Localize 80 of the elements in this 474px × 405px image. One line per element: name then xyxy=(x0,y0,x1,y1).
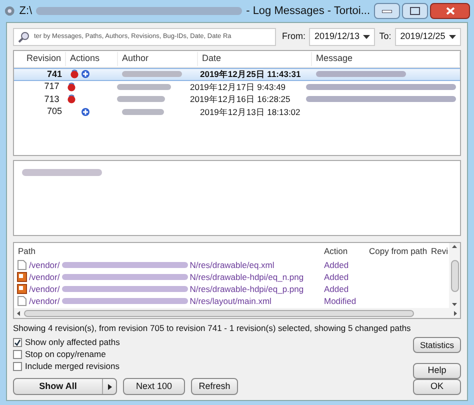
column-header[interactable]: Path xyxy=(14,244,320,258)
scroll-up-icon xyxy=(452,245,457,248)
minimize-icon xyxy=(382,10,392,12)
column-header[interactable]: Message xyxy=(312,52,460,66)
to-label: To: xyxy=(379,30,392,44)
dropdown-icon xyxy=(363,35,370,39)
refresh-button[interactable]: Refresh xyxy=(191,378,238,395)
redacted-author xyxy=(122,108,164,115)
checkbox[interactable] xyxy=(13,362,22,370)
scroll-thumb[interactable] xyxy=(24,310,414,316)
column-header[interactable]: Action xyxy=(320,244,365,258)
minimize-button[interactable] xyxy=(374,3,400,19)
redacted-author xyxy=(116,84,170,90)
date-cell: 2019年12月17日 9:43:49 xyxy=(190,80,286,93)
status-text: Showing 4 revision(s), from revision 705 to revision 741 - 1 revision(s) selected, showing 5 changed paths xyxy=(13,322,412,335)
path-text: /vendor/ xyxy=(29,258,60,272)
path-text: /vendor/ xyxy=(29,282,60,296)
redacted-author xyxy=(122,71,182,78)
date-cell: 2019年12月16日 16:28:25 xyxy=(190,93,290,106)
checkbox[interactable] xyxy=(13,350,22,358)
window-title: Z:\ xyxy=(19,4,32,19)
next-button[interactable]: Next 100 xyxy=(123,378,185,395)
revision-number: 713 xyxy=(43,92,60,106)
horizontal-scrollbar[interactable] xyxy=(14,308,460,318)
search-icon xyxy=(18,30,30,44)
scroll-left-icon xyxy=(17,310,20,316)
file-icon xyxy=(17,260,27,270)
date-cell: 2019年12月25日 11:43:31 xyxy=(200,68,301,80)
to-date-picker[interactable]: 2019/12/25 xyxy=(395,28,461,46)
check-icon xyxy=(14,338,21,346)
image-file-icon xyxy=(17,272,27,282)
scroll-thumb[interactable] xyxy=(450,260,458,292)
action-cell-text: Modified xyxy=(323,294,358,308)
revision-row[interactable]: 741 2019年12月25日 11:43:31 xyxy=(14,68,460,80)
column-header[interactable]: Revi xyxy=(427,244,449,258)
from-date-picker[interactable]: 2019/12/13 xyxy=(309,28,376,46)
revision-row[interactable]: 713 2019年12月16日 16:28:25 xyxy=(14,93,460,106)
revision-number: 717 xyxy=(43,80,60,93)
checkbox-label: Include merged revisions xyxy=(25,360,120,372)
image-file-icon xyxy=(17,284,27,294)
column-header[interactable]: Actions xyxy=(66,52,118,66)
window-title: - Log Messages - Tortoi... xyxy=(246,4,370,19)
revision-row[interactable]: 717 2019年12月17日 9:43:49 xyxy=(14,80,460,93)
column-header[interactable]: Revision xyxy=(14,52,66,66)
show-all-button[interactable]: Show All xyxy=(13,378,117,395)
app-icon xyxy=(4,5,16,17)
redacted-author xyxy=(116,96,164,102)
column-header[interactable]: Author xyxy=(118,52,198,66)
path-text: N/res/drawable-hdpi/eq_n.png xyxy=(190,270,304,284)
dropdown-icon xyxy=(449,35,456,39)
column-header[interactable]: Date xyxy=(198,52,312,66)
revision-number: 741 xyxy=(46,68,63,80)
close-button[interactable] xyxy=(430,3,470,19)
statistics-button[interactable]: Statistics xyxy=(413,337,461,353)
file-icon xyxy=(17,296,27,306)
checkbox-label: Show only affected paths xyxy=(25,336,120,348)
path-text: /vendor/ xyxy=(29,270,60,284)
vertical-scrollbar[interactable] xyxy=(449,243,460,308)
column-header[interactable]: Copy from path xyxy=(365,244,427,258)
path-text: N/res/drawable-hdpi/eq_p.png xyxy=(190,282,304,296)
action-cell-text: Added xyxy=(323,258,350,272)
maximize-button[interactable] xyxy=(402,3,428,19)
checkbox[interactable] xyxy=(13,338,22,346)
path-text: N/res/drawable/eq.xml xyxy=(190,258,274,272)
revision-number: 705 xyxy=(46,105,63,118)
path-text: /vendor/ xyxy=(29,294,60,308)
scroll-down-icon xyxy=(452,303,457,306)
scroll-right-icon xyxy=(454,310,457,316)
dropdown-arrow-icon xyxy=(108,384,112,390)
action-cell-text: Added xyxy=(323,282,350,296)
path-text: N/res/layout/main.xml xyxy=(190,294,272,308)
revision-row[interactable]: 705 2019年12月13日 18:13:02 xyxy=(14,106,460,118)
from-label: From: xyxy=(282,30,306,44)
date-cell: 2019年12月13日 18:13:02 xyxy=(200,106,300,118)
checkbox-label: Stop on copy/rename xyxy=(25,348,106,360)
action-cell-text: Added xyxy=(323,270,350,284)
close-icon xyxy=(446,7,454,15)
ok-button[interactable]: OK xyxy=(413,379,461,395)
maximize-icon xyxy=(410,7,420,15)
help-button[interactable]: Help xyxy=(413,363,461,379)
